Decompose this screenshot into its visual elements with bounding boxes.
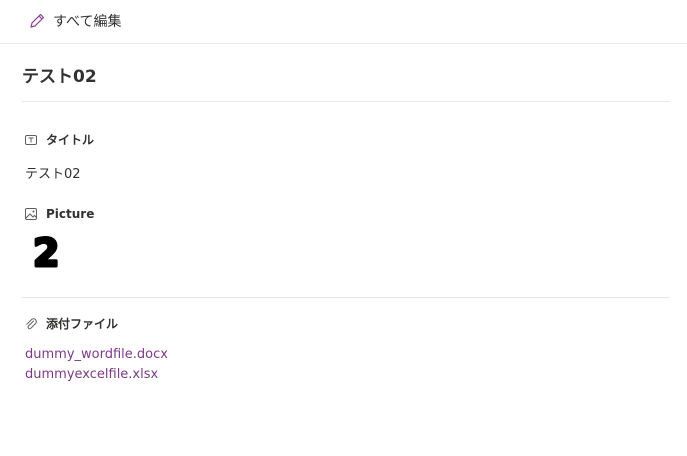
picture-image-text: 2 [33, 233, 59, 271]
picture-field-label: Picture [24, 207, 94, 221]
command-bar: すべて編集 [0, 0, 687, 44]
attachments-field-label-text: 添付ファイル [46, 317, 119, 331]
title-field-value: テスト02 [25, 167, 81, 182]
text-field-icon [24, 133, 38, 147]
title-field-label-text: タイトル [46, 133, 95, 147]
attachments-field-label: 添付ファイル [24, 315, 118, 332]
item-title: テスト02 [22, 67, 97, 87]
attachment-link[interactable]: dummyexcelfile.xlsx [25, 367, 158, 382]
pencil-icon [28, 12, 46, 30]
edit-all-button[interactable]: すべて編集 [28, 11, 121, 31]
attachment-link[interactable]: dummy_wordfile.docx [25, 347, 168, 362]
edit-all-label: すべて編集 [53, 14, 122, 30]
title-field-label: タイトル [24, 131, 94, 148]
picture-thumbnail[interactable]: 2 [30, 230, 70, 277]
divider [22, 297, 670, 298]
paperclip-icon [24, 317, 38, 331]
image-icon [24, 207, 38, 221]
divider [22, 101, 670, 102]
picture-field-label-text: Picture [46, 207, 95, 221]
